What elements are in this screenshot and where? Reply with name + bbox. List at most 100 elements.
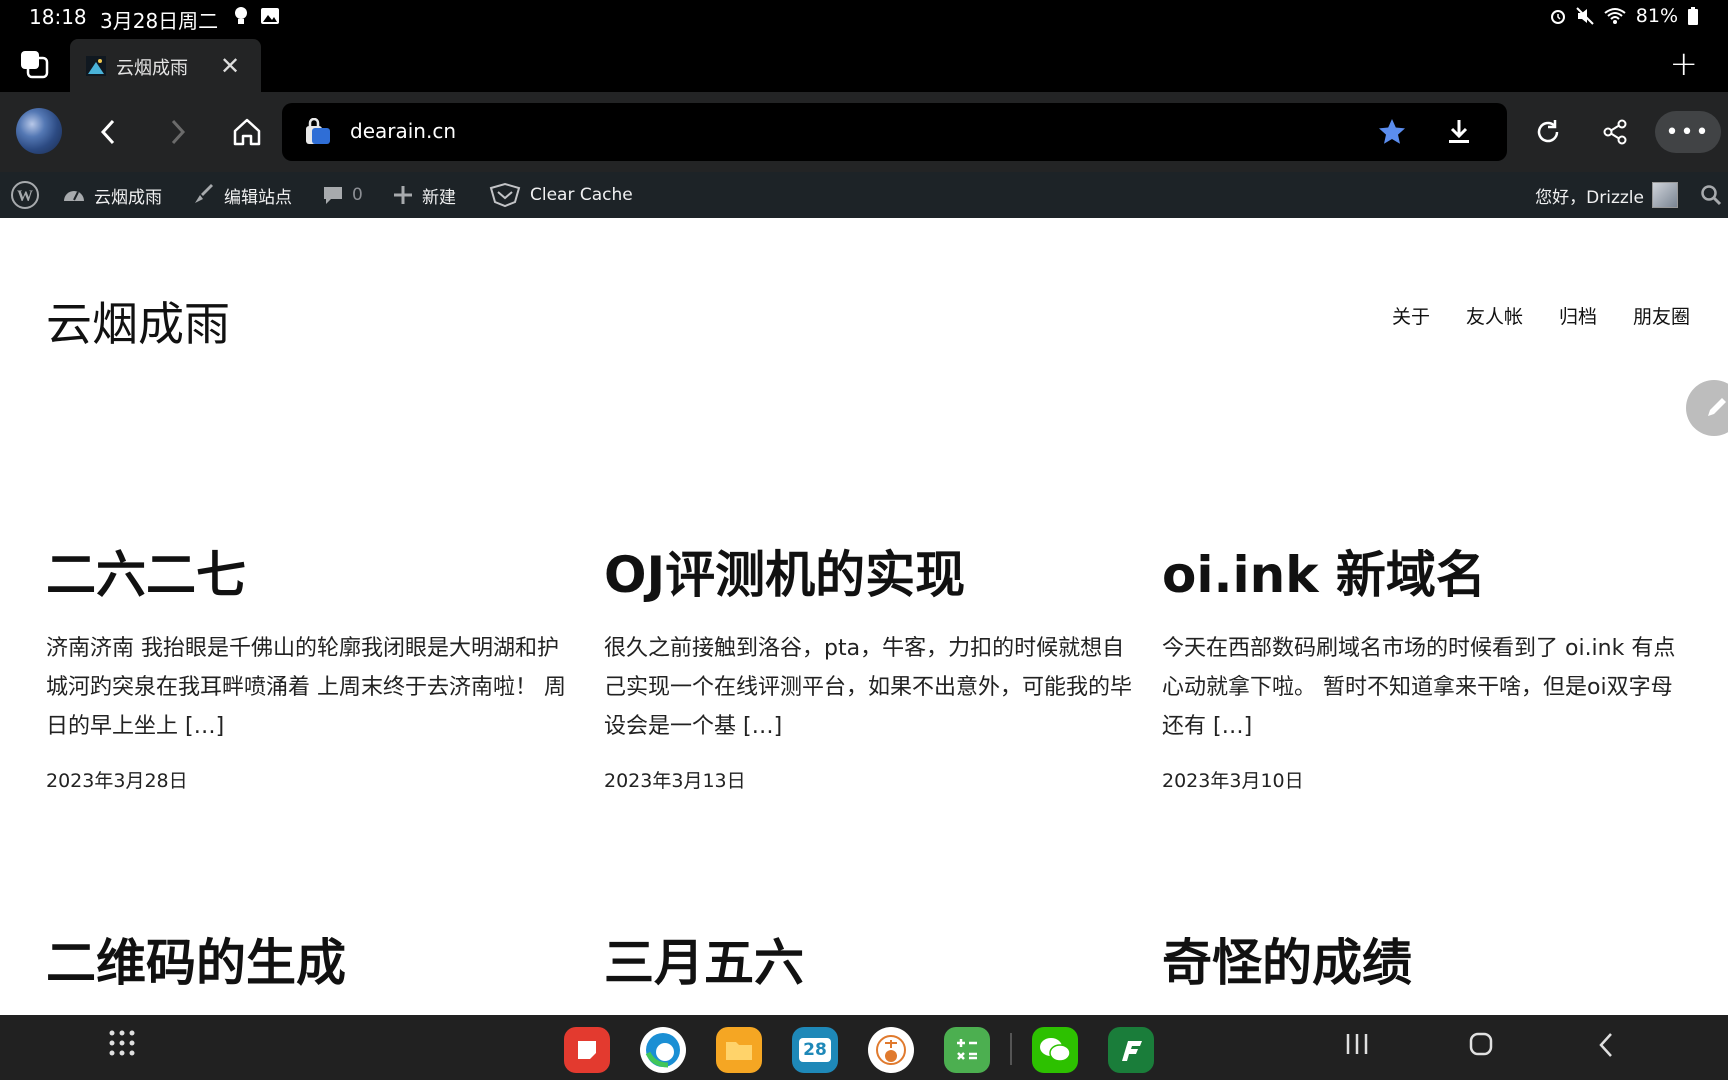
pencil-icon bbox=[1708, 398, 1726, 416]
address-bar[interactable]: dearain.cn bbox=[282, 103, 1507, 161]
status-date: 3月28日周二 bbox=[100, 9, 219, 33]
site-info-icon[interactable] bbox=[304, 118, 332, 146]
post-title[interactable]: 三月五六 bbox=[604, 933, 1134, 993]
user-avatar bbox=[1652, 182, 1678, 208]
tab-title: 云烟成雨 bbox=[116, 58, 188, 79]
chevron-left-icon bbox=[100, 119, 115, 145]
wp-customize-menu[interactable]: 编辑站点 bbox=[192, 172, 292, 218]
more-menu-button[interactable]: ••• bbox=[1655, 111, 1721, 153]
back-button[interactable] bbox=[88, 112, 128, 152]
site-nav: 关于 友人帐 归档 朋友圈 bbox=[1392, 302, 1690, 329]
alarm-icon bbox=[1550, 10, 1565, 24]
nav-item-about[interactable]: 关于 bbox=[1392, 302, 1430, 329]
wp-greeting: 您好，Drizzle bbox=[1535, 187, 1644, 208]
brush-icon bbox=[195, 184, 213, 203]
notes-app-icon[interactable] bbox=[564, 1027, 610, 1073]
memo-app-icon[interactable] bbox=[868, 1027, 914, 1073]
post-title[interactable]: 二六二七 bbox=[46, 545, 576, 605]
post-date[interactable]: 2023年3月10日 bbox=[1162, 766, 1692, 793]
post-excerpt: 很久之前接触到洛谷，pta，牛客，力扣的时候就想自己实现一个在线评测平台，如果不… bbox=[604, 636, 1133, 739]
mute-icon bbox=[1576, 7, 1594, 25]
back-chevron-icon bbox=[1599, 1033, 1612, 1057]
post-excerpt: 今天在西部数码刷域名市场的时候看到了 oi.ink 有点心动就拿下啦。 暂时不知… bbox=[1162, 636, 1676, 739]
post-card: OJ评测机的实现 很久之前接触到洛谷，pta，牛客，力扣的时候就想自己实现一个在… bbox=[604, 545, 1134, 793]
wp-customize-label: 编辑站点 bbox=[224, 187, 292, 208]
search-icon bbox=[1701, 185, 1722, 206]
memo-icon bbox=[876, 1035, 906, 1065]
post-title[interactable]: 二维码的生成 bbox=[46, 933, 576, 993]
edge-icon bbox=[645, 1033, 680, 1068]
calendar-app-icon[interactable]: 28 bbox=[792, 1027, 838, 1073]
post-card: 二六二七 济南济南 我抬眼是千佛山的轮廓我闭眼是大明湖和护城河趵突泉在我耳畔喷涌… bbox=[46, 545, 576, 793]
wp-search-button[interactable] bbox=[1700, 172, 1722, 218]
edit-button[interactable] bbox=[1686, 380, 1728, 436]
nav-item-friends[interactable]: 友人帐 bbox=[1466, 302, 1523, 329]
wechat-app-icon[interactable] bbox=[1032, 1027, 1078, 1073]
home-icon bbox=[233, 118, 261, 146]
recents-button[interactable] bbox=[1344, 1031, 1370, 1064]
wp-logo-menu[interactable]: W bbox=[10, 172, 40, 218]
apps-grid-icon bbox=[109, 1030, 135, 1056]
battery-icon bbox=[1688, 7, 1698, 25]
edge-browser-icon[interactable] bbox=[640, 1027, 686, 1073]
wp-account-menu[interactable]: 您好，Drizzle bbox=[1535, 172, 1678, 218]
wp-clear-cache-label: Clear Cache bbox=[530, 185, 633, 205]
site-favicon-icon bbox=[86, 56, 106, 76]
post-card: oi.ink 新域名 今天在西部数码刷域名市场的时候看到了 oi.ink 有点心… bbox=[1162, 545, 1692, 793]
post-card: 二维码的生成 bbox=[46, 933, 576, 993]
f-logo-icon bbox=[1122, 1041, 1142, 1061]
status-time: 18:18 bbox=[29, 5, 87, 29]
wp-comments-count: 0 bbox=[352, 185, 363, 205]
post-title[interactable]: 奇怪的成绩 bbox=[1162, 933, 1692, 993]
notification-icons bbox=[234, 6, 280, 26]
plus-icon bbox=[394, 186, 412, 204]
share-icon bbox=[1603, 119, 1627, 145]
post-title[interactable]: oi.ink 新域名 bbox=[1162, 545, 1692, 605]
post-title[interactable]: OJ评测机的实现 bbox=[604, 545, 1134, 605]
tab-active[interactable]: 云烟成雨 ✕ bbox=[70, 39, 261, 92]
home-nav-button[interactable] bbox=[1468, 1031, 1494, 1064]
wordpress-logo-icon: W bbox=[11, 181, 39, 209]
new-tab-button[interactable]: + bbox=[1670, 44, 1699, 84]
cache-plugin-icon bbox=[489, 182, 521, 208]
post-card: 奇怪的成绩 bbox=[1162, 933, 1692, 993]
taskbar-divider bbox=[1010, 1033, 1012, 1065]
wp-new-label: 新建 bbox=[422, 187, 456, 208]
reload-button[interactable] bbox=[1528, 112, 1568, 152]
calendar-day: 28 bbox=[799, 1038, 831, 1062]
comment-bubble-icon bbox=[324, 187, 342, 204]
post-date[interactable]: 2023年3月28日 bbox=[46, 766, 576, 793]
wp-clear-cache-menu[interactable]: Clear Cache bbox=[488, 172, 633, 218]
bookmark-star-icon[interactable] bbox=[1377, 117, 1407, 147]
wp-site-name: 云烟成雨 bbox=[94, 187, 162, 208]
home-button[interactable] bbox=[227, 112, 267, 152]
svg-text:W: W bbox=[17, 188, 33, 205]
nav-item-archive[interactable]: 归档 bbox=[1559, 302, 1597, 329]
chevron-right-icon bbox=[171, 119, 186, 145]
post-card: 三月五六 bbox=[604, 933, 1134, 993]
post-date[interactable]: 2023年3月13日 bbox=[604, 766, 1134, 793]
share-button[interactable] bbox=[1595, 112, 1635, 152]
browser-toolbar: dearain.cn ••• bbox=[0, 92, 1728, 172]
note-icon bbox=[578, 1041, 596, 1059]
reload-icon bbox=[1537, 120, 1559, 143]
site-title[interactable]: 云烟成雨 bbox=[46, 288, 230, 354]
tab-close-icon[interactable]: ✕ bbox=[220, 52, 240, 80]
wp-site-menu[interactable]: 云烟成雨 bbox=[62, 172, 162, 218]
back-nav-button[interactable] bbox=[1596, 1031, 1616, 1066]
profile-avatar[interactable] bbox=[16, 108, 62, 154]
system-icons: 81% bbox=[1550, 5, 1698, 27]
files-app-icon[interactable] bbox=[716, 1027, 762, 1073]
app-drawer-button[interactable] bbox=[108, 1029, 136, 1064]
nav-item-moments[interactable]: 朋友圈 bbox=[1633, 302, 1690, 329]
gallery-icon bbox=[261, 8, 279, 24]
feishu-app-icon[interactable] bbox=[1108, 1027, 1154, 1073]
forward-button[interactable] bbox=[158, 112, 198, 152]
calculator-app-icon[interactable] bbox=[944, 1027, 990, 1073]
url-text: dearain.cn bbox=[350, 119, 456, 143]
wp-comments-menu[interactable]: 0 bbox=[322, 172, 363, 218]
battery-percent: 81% bbox=[1635, 5, 1678, 27]
wp-new-menu[interactable]: 新建 bbox=[392, 172, 456, 218]
download-icon[interactable] bbox=[1444, 117, 1474, 147]
tabs-overview-icon[interactable] bbox=[18, 48, 50, 80]
